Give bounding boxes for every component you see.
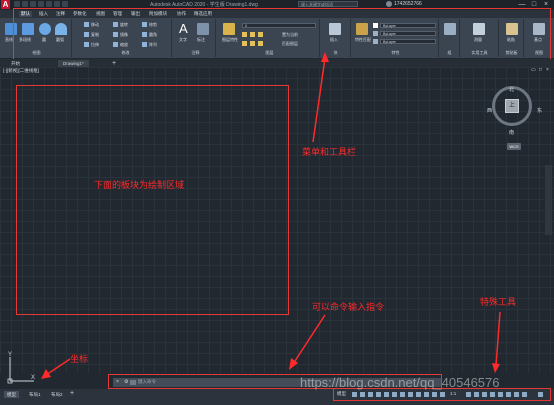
viewport-minimize-icon[interactable]: ▭: [531, 67, 536, 73]
layout2-tab[interactable]: 布局2: [48, 391, 66, 398]
open-file-icon[interactable]: [22, 1, 28, 7]
layout1-tab[interactable]: 布局1: [26, 391, 44, 398]
start-tab[interactable]: 开始: [6, 60, 25, 67]
app-logo-button[interactable]: A: [1, 0, 10, 9]
model-layout-tab[interactable]: 模型: [4, 391, 19, 398]
watermark: https://blog.csdn.net/qq_40546576: [300, 375, 500, 390]
drawing-area-annotation: 下面的板块为绘制区域: [94, 181, 185, 191]
ribbon-highlight-box: [13, 8, 551, 61]
command-arrow-icon: [289, 314, 326, 370]
drawing-area-highlight-box: [16, 85, 289, 315]
ucs-y-label: Y: [8, 352, 13, 358]
search-input[interactable]: 键入关键字或短语: [298, 1, 358, 7]
viewcube-top-face[interactable]: 上: [505, 99, 519, 113]
save-icon[interactable]: [30, 1, 36, 7]
viewport-restore-icon[interactable]: □: [539, 67, 542, 73]
wcs-menu-button[interactable]: WCS: [507, 143, 521, 150]
user-icon[interactable]: [386, 1, 392, 7]
viewcube-north[interactable]: 北: [509, 86, 514, 93]
special-tools-arrow-icon: [492, 311, 501, 373]
new-tab-icon[interactable]: +: [112, 60, 116, 67]
user-name[interactable]: 1742652766: [394, 1, 422, 7]
viewcube-east[interactable]: 东: [537, 107, 542, 114]
viewcube-west[interactable]: 西: [487, 107, 492, 114]
ribbon-arrow-icon: [312, 52, 329, 143]
navigation-bar[interactable]: [545, 165, 552, 235]
ucs-x-label: X: [31, 375, 36, 381]
special-tools-annotation: 特殊工具: [480, 298, 517, 308]
line-label: 直线: [5, 37, 13, 42]
window-title: Autodesk AutoCAD 2020 - 学生版 Drawing1.dwg: [150, 2, 258, 8]
plot-icon[interactable]: [46, 1, 52, 7]
new-file-icon[interactable]: [14, 1, 20, 7]
undo-icon[interactable]: [54, 1, 60, 7]
drawing1-tab[interactable]: Drawing1*: [58, 60, 89, 67]
viewport-close-icon[interactable]: ×: [546, 67, 549, 73]
coords-arrow-icon: [41, 358, 71, 379]
viewport-controls[interactable]: [-][俯视][二维线框]: [3, 68, 39, 74]
ribbon-annotation: 菜单和工具栏: [302, 148, 357, 158]
save-as-icon[interactable]: [38, 1, 44, 7]
viewcube-south[interactable]: 南: [509, 129, 514, 136]
new-layout-icon[interactable]: +: [70, 390, 74, 397]
redo-icon[interactable]: [62, 1, 68, 7]
